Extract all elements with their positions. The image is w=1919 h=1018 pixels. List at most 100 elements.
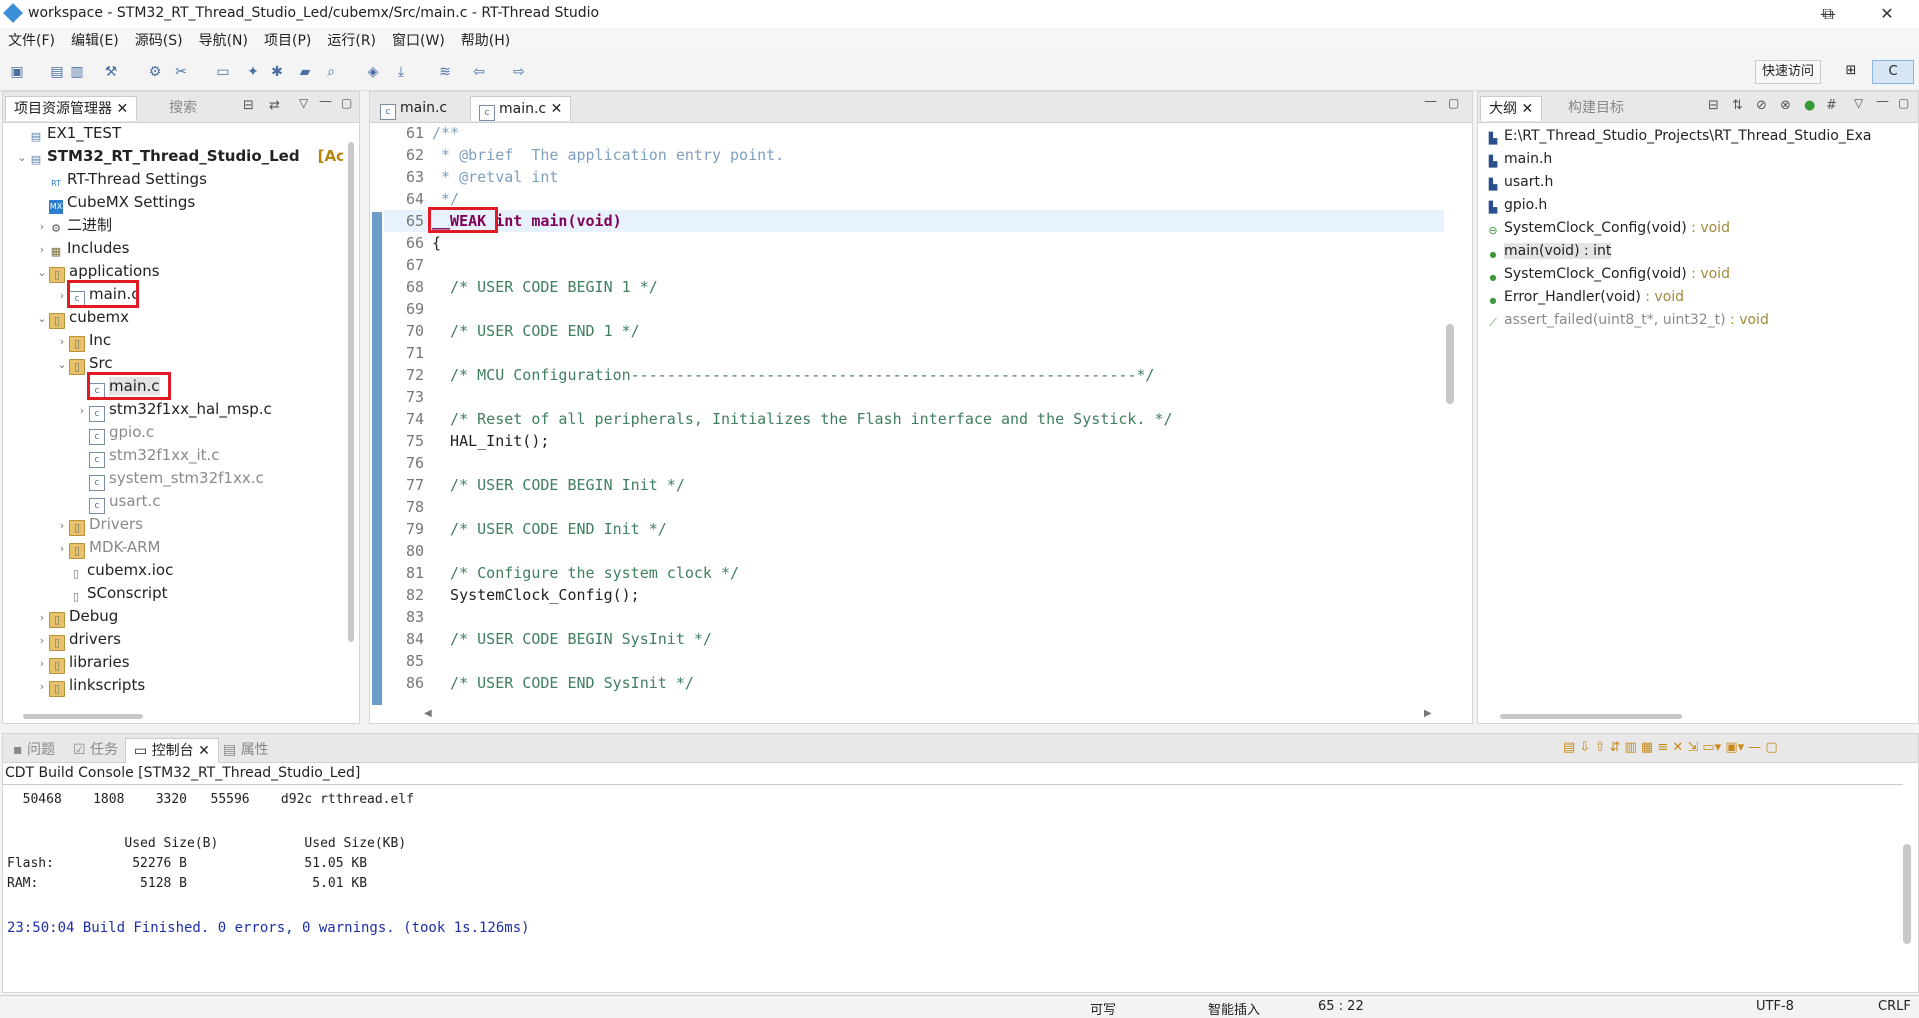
maximize-view-icon[interactable]: ▢ (341, 96, 352, 110)
minimize-outline-icon[interactable]: — (1876, 94, 1889, 109)
tree-item[interactable]: ⌄ ▯ Src (3, 352, 343, 375)
rebuild-icon[interactable]: ⚙ (146, 64, 164, 80)
chevron-right-icon[interactable]: › (55, 514, 69, 537)
chevron-right-icon[interactable]: › (35, 629, 49, 652)
maximize-editor-icon[interactable]: ▢ (1448, 96, 1459, 110)
tree-vertical-scrollbar[interactable] (348, 142, 354, 642)
perspective-grid-icon[interactable]: ⊞ (1842, 60, 1860, 82)
code-line[interactable]: 81 /* Configure the system clock */ (384, 562, 1444, 584)
debug-icon[interactable]: ✱ (268, 64, 286, 80)
menu-item[interactable]: 窗口(W) (384, 28, 453, 54)
chevron-right-icon[interactable]: › (35, 675, 49, 698)
monitor-icon[interactable]: ▭ (214, 64, 232, 80)
chevron-right-icon[interactable]: › (35, 606, 49, 629)
clean-icon[interactable]: ✂ (172, 64, 190, 80)
chevron-right-icon[interactable]: › (75, 399, 89, 422)
menu-item[interactable]: 运行(R) (319, 28, 384, 54)
code-line[interactable]: 75 HAL_Init(); (384, 430, 1444, 452)
minimize-view-icon[interactable]: — (319, 94, 332, 109)
outline-item[interactable]: ● SystemClock_Config(void) : void (1486, 265, 1916, 284)
tree-item[interactable]: › ▯ Inc (3, 329, 343, 352)
code-line[interactable]: 79 /* USER CODE END Init */ (384, 518, 1444, 540)
tree-item[interactable]: › ▯ drivers (3, 628, 343, 651)
tab-project-explorer[interactable]: 项目资源管理器 ✕ (5, 96, 138, 121)
chevron-right-icon[interactable]: › (55, 537, 69, 560)
maximize-outline-icon[interactable]: ▢ (1898, 96, 1909, 110)
code-line[interactable]: 76 (384, 452, 1444, 474)
tree-item[interactable]: RT RT-Thread Settings (3, 168, 343, 191)
tree-horizontal-scrollbar[interactable] (23, 714, 143, 719)
chevron-down-icon[interactable]: ⌄ (55, 353, 69, 376)
tree-item[interactable]: › ▯ Drivers (3, 513, 343, 536)
sort-icon[interactable]: ⇅ (1732, 98, 1743, 113)
outline-item[interactable]: ● main(void) : int (1486, 242, 1916, 261)
close-button[interactable]: ✕ (1864, 2, 1910, 26)
outline-item[interactable]: ▙ main.h (1486, 150, 1916, 169)
view-menu-icon[interactable]: ▽ (299, 96, 308, 110)
new-icon[interactable]: ▣ (8, 64, 26, 80)
outline-view-menu-icon[interactable]: ▽ (1854, 96, 1863, 110)
tree-item[interactable]: MX CubeMX Settings (3, 191, 343, 214)
tab-main-c-cubemx[interactable]: c main.c ✕ (470, 96, 572, 121)
tree-item[interactable]: › ▦ Includes (3, 237, 343, 260)
chevron-down-icon[interactable]: ⌄ (15, 146, 29, 169)
tab-properties[interactable]: ▤ 属性 (215, 738, 277, 762)
tab-search[interactable]: 搜索 (161, 96, 205, 120)
tree-item[interactable]: c stm32f1xx_it.c (3, 444, 343, 468)
code-line[interactable]: 82 SystemClock_Config(); (384, 584, 1444, 606)
editor-vertical-scrollbar[interactable] (1446, 324, 1454, 404)
tree-item[interactable]: c main.c (3, 372, 343, 400)
tree-item[interactable]: › ▯ linkscripts (3, 674, 343, 697)
tree-item[interactable]: ▤ EX1_TEST (3, 122, 343, 145)
code-line[interactable]: 67 (384, 254, 1444, 276)
code-line[interactable]: 71 (384, 342, 1444, 364)
tab-build-targets[interactable]: 构建目标 (1560, 96, 1632, 120)
tree-item[interactable]: › ▯ libraries (3, 651, 343, 674)
collapse-all-icon[interactable]: ⊟ (243, 98, 254, 113)
menu-item[interactable]: 编辑(E) (63, 28, 127, 54)
outline-item[interactable]: ▙ usart.h (1486, 173, 1916, 192)
outline-item[interactable]: ⟋ assert_failed(uint8_t*, uint32_t) : voi… (1486, 311, 1916, 330)
tree-item[interactable]: ▯ SConscript (3, 582, 343, 605)
save-icon[interactable]: ▤ (48, 64, 66, 80)
code-line[interactable]: 77 /* USER CODE BEGIN Init */ (384, 474, 1444, 496)
tag-icon[interactable]: ◈ (364, 64, 382, 80)
open-folder-icon[interactable]: ▰ (296, 64, 314, 80)
code-line[interactable]: 78 (384, 496, 1444, 518)
tree-item[interactable]: ⌄▤ STM32_RT_Thread_Studio_Led [Activ (3, 145, 343, 168)
tree-item[interactable]: › c stm32f1xx_hal_msp.c (3, 398, 343, 422)
code-line[interactable]: 62 * @brief The application entry point. (384, 144, 1444, 166)
scroll-left-icon[interactable]: ◀ (424, 708, 432, 719)
chevron-right-icon[interactable]: › (35, 652, 49, 675)
link-editor-icon[interactable]: ⇄ (269, 98, 280, 113)
download-icon[interactable]: ⤓ (392, 64, 410, 80)
tree-item[interactable]: › ⚙ 二进制 (3, 214, 343, 237)
layers-icon[interactable]: ≋ (436, 64, 454, 80)
code-line[interactable]: 68 /* USER CODE BEGIN 1 */ (384, 276, 1444, 298)
hide-static-icon[interactable]: ⊗ (1780, 98, 1791, 113)
chevron-right-icon[interactable]: › (55, 330, 69, 353)
tree-item[interactable]: ⌄ ▯ cubemx (3, 306, 343, 329)
settings-icon[interactable]: ✦ (244, 64, 262, 80)
code-line[interactable]: 70 /* USER CODE END 1 */ (384, 320, 1444, 342)
menu-item[interactable]: 源码(S) (127, 28, 191, 54)
hide-fields-icon[interactable]: ⊘ (1756, 98, 1767, 113)
c-perspective-button[interactable]: C (1872, 60, 1914, 84)
minimize-editor-icon[interactable]: — (1424, 94, 1437, 109)
tab-outline[interactable]: 大纲 ✕ (1480, 96, 1543, 121)
tree-item[interactable]: › ▯ MDK-ARM (3, 536, 343, 559)
code-line[interactable]: 84 /* USER CODE BEGIN SysInit */ (384, 628, 1444, 650)
tab-tasks[interactable]: ☑ 任务 (65, 738, 126, 762)
tree-item[interactable]: ▯ cubemx.ioc (3, 559, 343, 582)
scroll-right-icon[interactable]: ▶ (1424, 708, 1432, 719)
tab-console[interactable]: ▭ 控制台 ✕ (125, 738, 219, 763)
console-toolbar-icons[interactable]: ▤ ⇩ ⇧ ⇵ ▥ ▦ ≡ ✕ ⇲ ▭▾ ▣▾ — ▢ (1563, 740, 1778, 755)
tree-item[interactable]: c usart.c (3, 490, 343, 514)
code-line[interactable]: 83 (384, 606, 1444, 628)
chevron-right-icon[interactable]: › (35, 215, 49, 238)
code-line[interactable]: 61 /** (384, 122, 1444, 144)
tree-item[interactable]: › ▯ Debug (3, 605, 343, 628)
code-line[interactable]: 80 (384, 540, 1444, 562)
code-line[interactable]: 64 */ (384, 188, 1444, 210)
tab-main-c-applications[interactable]: c main.c (372, 96, 455, 120)
